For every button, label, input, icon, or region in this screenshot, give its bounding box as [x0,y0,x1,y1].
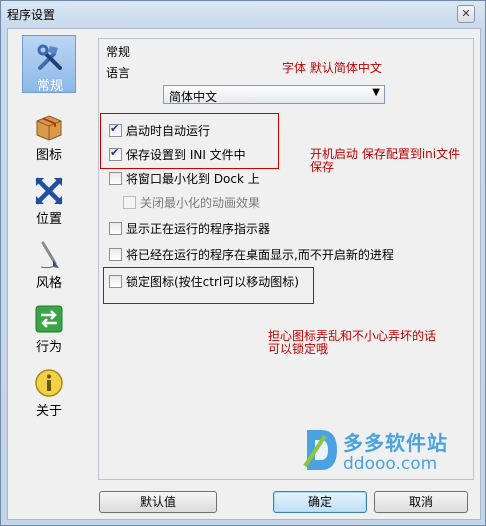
language-label: 语言 [106,66,131,80]
chevron-down-icon: ▼ [372,87,380,98]
checkbox[interactable] [109,146,122,161]
sidebar-item-about[interactable]: 关于 [22,361,76,419]
option-show-running[interactable]: 将已经在运行的程序在桌面显示,而不开启新的进程 [109,245,394,263]
watermark-brand: 多多软件站 [343,431,448,455]
sidebar-item-label: 关于 [35,404,62,419]
watermark-url: ddooo.com [343,454,438,474]
sidebar-item-style[interactable]: 风格 [22,233,76,291]
cancel-button[interactable]: 取消 [374,491,468,513]
option-label: 将窗口最小化到 Dock 上 [126,171,260,186]
option-label: 锁定图标(按住ctrl可以移动图标) [126,274,299,289]
annotation-font: 字体 默认简体中文 [282,61,382,75]
option-running-indicator[interactable]: 显示正在运行的程序指示器 [109,219,270,237]
tools-icon [37,44,62,70]
option-minimize-dock[interactable]: 将窗口最小化到 Dock 上 [109,169,260,187]
ok-button[interactable]: 确定 [273,491,367,513]
option-label: 将已经在运行的程序在桌面显示,而不开启新的进程 [126,247,394,262]
option-lock-icons[interactable]: 锁定图标(按住ctrl可以移动图标) [109,272,299,290]
language-select[interactable]: 简体中文 ▼ [163,85,385,104]
option-label: 保存设置到 INI 文件中 [126,147,246,162]
cross-arrows-icon [35,177,63,205]
d-logo-icon [303,430,337,470]
sidebar-item-behavior[interactable]: 行为 [22,297,76,355]
checkbox[interactable] [109,171,122,185]
option-label: 显示正在运行的程序指示器 [126,221,271,236]
sidebar-item-general[interactable]: 常规 [22,35,76,94]
watermark-logo: 多多软件站 ddooo.com [297,420,475,486]
brush-icon [40,241,59,269]
checkbox[interactable] [123,195,136,209]
option-autostart[interactable]: 启动时自动运行 [109,121,210,139]
arrows-icon [35,305,63,333]
annotation-startup-2: 保存 [310,160,335,174]
option-disable-animation[interactable]: 关闭最小化的动画效果 [123,193,260,211]
package-icon [36,115,62,141]
checkbox[interactable] [109,247,122,261]
sidebar-item-position[interactable]: 位置 [22,169,76,227]
close-button[interactable]: ✕ [457,5,475,23]
window-title: 程序设置 [7,8,56,22]
sidebar-item-label: 图标 [35,148,62,163]
close-icon: ✕ [461,7,471,20]
checkbox[interactable] [109,221,122,235]
title-bar[interactable]: 程序设置 ✕ [1,1,485,27]
info-icon [35,369,63,397]
checkbox[interactable] [109,274,122,288]
language-value: 简体中文 [169,90,218,104]
sidebar-item-label: 风格 [35,276,62,291]
sidebar-item-label: 常规 [36,79,63,94]
option-label: 启动时自动运行 [126,123,211,138]
option-save-ini[interactable]: 保存设置到 INI 文件中 [109,145,246,163]
sidebar-item-label: 行为 [35,340,62,355]
checkbox[interactable] [109,122,122,137]
sidebar-item-icons[interactable]: 图标 [22,105,76,163]
annotation-lock-2: 可以锁定哦 [268,342,329,356]
default-button[interactable]: 默认值 [99,491,217,513]
option-label: 关闭最小化的动画效果 [140,195,261,210]
sidebar-item-label: 位置 [35,212,62,227]
section-title: 常规 [106,45,131,59]
